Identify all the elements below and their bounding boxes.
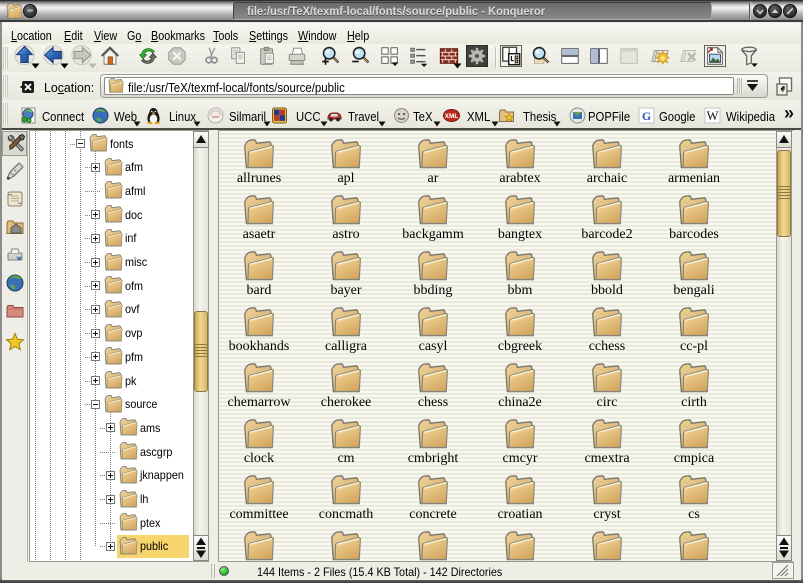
svg-text:G: G	[642, 109, 651, 123]
svg-text:XML: XML	[445, 113, 459, 120]
svg-text:silm: silm	[212, 114, 220, 119]
svg-text:W: W	[707, 109, 719, 123]
